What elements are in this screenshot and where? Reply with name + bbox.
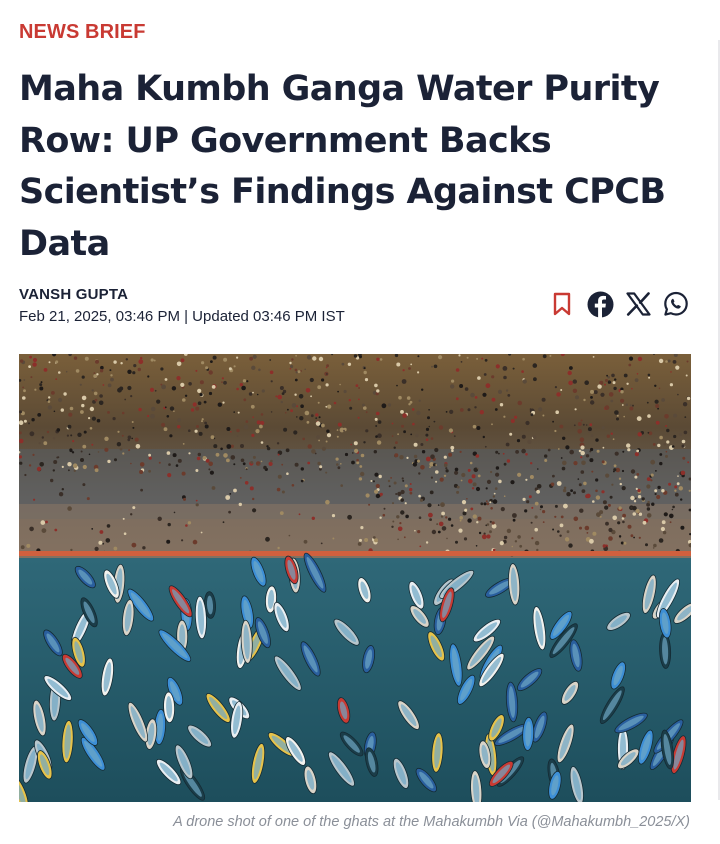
facebook-share-button[interactable] [586, 290, 614, 318]
share-actions [548, 290, 690, 318]
x-share-button[interactable] [624, 290, 652, 318]
bookmark-button[interactable] [548, 290, 576, 318]
article-headline: Maha Kumbh Ganga Water Purity Row: UP Go… [19, 69, 666, 264]
whatsapp-share-button[interactable] [662, 290, 690, 318]
x-icon [625, 292, 651, 316]
image-caption: A drone shot of one of the ghats at the … [173, 814, 690, 830]
whatsapp-icon [664, 291, 688, 316]
author-name[interactable]: VANSH GUPTA [19, 286, 128, 303]
drone-shot-image [19, 354, 691, 802]
section-kicker[interactable]: NEWS BRIEF [19, 21, 146, 44]
article-hero-image[interactable] [19, 354, 691, 802]
bookmark-icon [553, 292, 571, 316]
article-dateline: Feb 21, 2025, 03:46 PM | Updated 03:46 P… [19, 308, 345, 325]
facebook-icon [587, 291, 613, 318]
